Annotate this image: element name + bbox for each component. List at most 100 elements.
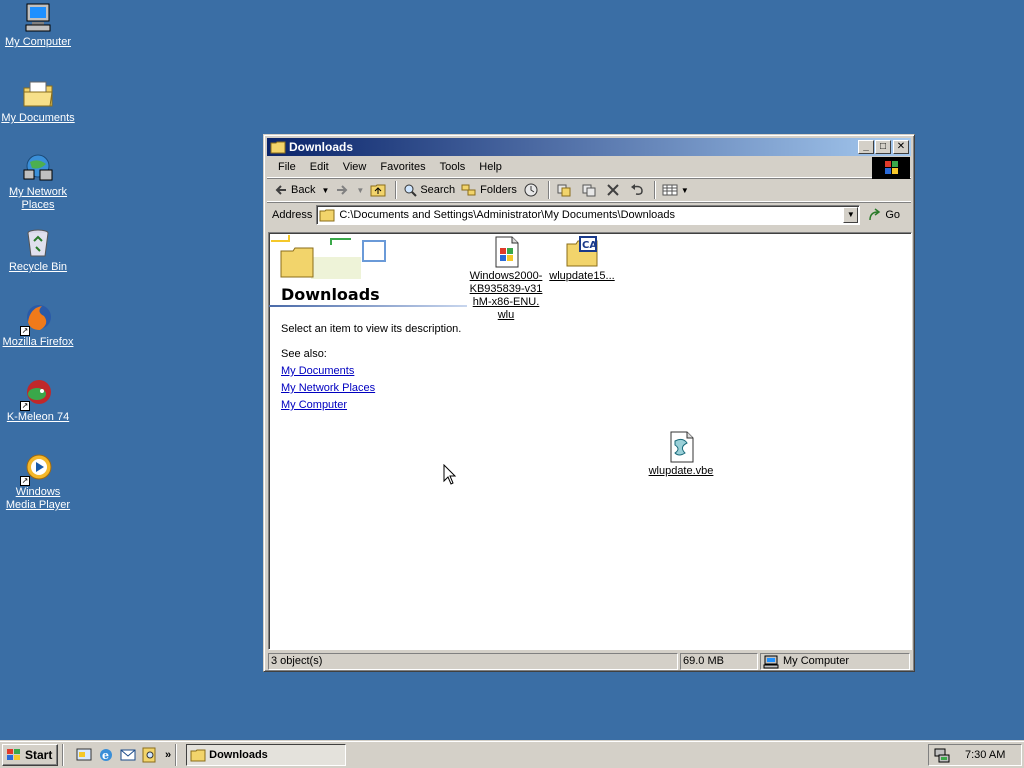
desktop-icon-label: Windows Media Player bbox=[5, 486, 71, 511]
quick-launch: e » bbox=[73, 746, 171, 764]
explorer-window[interactable]: Downloads _ □ ✕ File Edit View Favorites… bbox=[263, 134, 915, 672]
desktop-icon-my-network-places[interactable]: My Network Places bbox=[0, 152, 76, 212]
menu-bar: File Edit View Favorites Tools Help bbox=[267, 156, 911, 179]
start-label: Start bbox=[25, 747, 53, 762]
desktop-icon-label: Mozilla Firefox bbox=[2, 336, 74, 348]
desktop-icon-label: My Computer bbox=[4, 36, 72, 48]
desktop-icon-my-computer[interactable]: My Computer bbox=[0, 2, 76, 49]
desktop-icon-recycle-bin[interactable]: Recycle Bin bbox=[0, 227, 76, 274]
taskbar-separator bbox=[62, 743, 64, 766]
network-places-icon bbox=[22, 152, 54, 184]
file-label: Windows2000- KB935839-v31 hM-x86-ENU. wl… bbox=[469, 270, 543, 321]
copy-to-button[interactable] bbox=[578, 181, 603, 199]
link-my-documents[interactable]: My Documents bbox=[281, 365, 354, 377]
undo-icon bbox=[630, 184, 643, 195]
delete-button[interactable] bbox=[603, 181, 626, 199]
desktop-icon-k-meleon[interactable]: ↗ K-Meleon 74 bbox=[0, 377, 76, 424]
chevron-down-icon: ▼ bbox=[680, 185, 689, 195]
close-button[interactable]: ✕ bbox=[893, 140, 909, 154]
kmeleon-icon: ↗ bbox=[20, 377, 54, 411]
file-item[interactable]: wlupdate.vbe bbox=[641, 431, 721, 478]
svg-text:e: e bbox=[102, 749, 109, 762]
views-icon bbox=[662, 184, 678, 196]
desktop-icon-label: K-Meleon 74 bbox=[6, 411, 70, 423]
forward-button[interactable]: ▼ bbox=[332, 181, 367, 199]
menu-tools[interactable]: Tools bbox=[433, 159, 473, 175]
quick-launch-overflow-icon[interactable]: » bbox=[165, 749, 171, 761]
status-object-count: 3 object(s) bbox=[268, 653, 678, 670]
title-bar[interactable]: Downloads _ □ ✕ bbox=[267, 138, 911, 156]
desktop-icon-windows-media-player[interactable]: ↗ Windows Media Player bbox=[0, 452, 76, 512]
standard-toolbar: Back ▼ ▼ Search Folders ▼ bbox=[267, 178, 911, 202]
file-item[interactable]: Windows2000- KB935839-v31 hM-x86-ENU. wl… bbox=[466, 236, 546, 322]
shortcut-arrow-icon: ↗ bbox=[20, 401, 30, 411]
folder-icon bbox=[270, 141, 286, 154]
search-icon[interactable] bbox=[141, 746, 159, 764]
desktop-icon-label: My Documents bbox=[1, 112, 75, 124]
pane-title: Downloads bbox=[281, 285, 380, 304]
menu-favorites[interactable]: Favorites bbox=[373, 159, 432, 175]
status-zone: My Computer bbox=[760, 653, 910, 670]
views-button[interactable]: ▼ bbox=[659, 181, 692, 199]
up-folder-icon bbox=[370, 184, 386, 197]
go-label: Go bbox=[885, 208, 901, 221]
link-my-computer[interactable]: My Computer bbox=[281, 399, 347, 411]
folders-button[interactable]: Folders bbox=[458, 181, 520, 199]
delete-icon bbox=[607, 184, 619, 196]
network-tray-icon[interactable] bbox=[933, 747, 951, 763]
forward-arrow-icon bbox=[337, 185, 348, 195]
move-to-button[interactable] bbox=[553, 181, 578, 199]
menu-file[interactable]: File bbox=[271, 159, 303, 175]
history-button[interactable] bbox=[520, 180, 545, 200]
status-zone-label: My Computer bbox=[783, 655, 850, 667]
internet-explorer-icon[interactable]: e bbox=[97, 746, 115, 764]
file-item[interactable]: CA wlupdate15... bbox=[542, 236, 622, 283]
menu-edit[interactable]: Edit bbox=[303, 159, 336, 175]
recycle-bin-icon bbox=[22, 227, 54, 259]
chevron-down-icon: ▼ bbox=[321, 185, 330, 195]
folder-content[interactable]: Downloads Select an item to view its des… bbox=[268, 232, 912, 650]
link-my-network-places[interactable]: My Network Places bbox=[281, 382, 375, 394]
undo-button[interactable] bbox=[626, 181, 651, 199]
script-file-icon bbox=[665, 431, 697, 463]
back-button[interactable]: Back ▼ bbox=[271, 181, 332, 199]
history-icon bbox=[524, 183, 538, 197]
toolbar-separator bbox=[395, 181, 398, 199]
address-input[interactable]: C:\Documents and Settings\Administrator\… bbox=[316, 204, 861, 225]
start-button[interactable]: Start bbox=[2, 743, 58, 766]
file-label: wlupdate15... bbox=[549, 270, 615, 282]
show-desktop-icon[interactable] bbox=[75, 746, 93, 764]
maximize-button[interactable]: □ bbox=[875, 140, 891, 154]
menu-help[interactable]: Help bbox=[472, 159, 509, 175]
system-tray: 7:30 AM bbox=[928, 744, 1022, 766]
desktop-icon-my-documents[interactable]: My Documents bbox=[0, 78, 76, 125]
windows-logo-icon bbox=[7, 748, 20, 760]
toolbar-separator bbox=[547, 181, 550, 199]
cab-archive-icon: CA bbox=[566, 236, 598, 268]
folders-icon bbox=[461, 184, 476, 196]
computer-icon bbox=[763, 655, 779, 668]
outlook-express-icon[interactable] bbox=[119, 746, 137, 764]
minimize-button[interactable]: _ bbox=[858, 140, 874, 154]
windows-update-file-icon bbox=[490, 236, 522, 268]
go-button[interactable]: Go bbox=[868, 207, 901, 222]
chevron-down-icon: ▼ bbox=[356, 185, 365, 195]
svg-text:CA: CA bbox=[582, 240, 597, 251]
up-folder-button[interactable] bbox=[367, 181, 392, 199]
taskbar-button-downloads[interactable]: Downloads bbox=[186, 743, 347, 766]
taskbar-button-label: Downloads bbox=[209, 748, 268, 761]
folder-icon bbox=[319, 209, 335, 221]
firefox-icon: ↗ bbox=[20, 302, 54, 336]
menu-view[interactable]: View bbox=[336, 159, 374, 175]
computer-icon bbox=[22, 2, 54, 34]
desktop-icon-label: Recycle Bin bbox=[8, 261, 68, 273]
address-dropdown-button[interactable]: ▼ bbox=[843, 206, 859, 223]
desktop-icon-mozilla-firefox[interactable]: ↗ Mozilla Firefox bbox=[0, 302, 76, 349]
pane-description: Select an item to view its description. bbox=[281, 323, 462, 335]
search-button[interactable]: Search bbox=[400, 181, 458, 199]
clock[interactable]: 7:30 AM bbox=[965, 749, 1005, 761]
mouse-cursor-icon bbox=[443, 464, 457, 485]
desktop-icon-label: My Network Places bbox=[8, 186, 68, 211]
search-label: Search bbox=[420, 184, 456, 196]
taskbar: Start e » Downloads 7:30 AM bbox=[0, 740, 1024, 768]
